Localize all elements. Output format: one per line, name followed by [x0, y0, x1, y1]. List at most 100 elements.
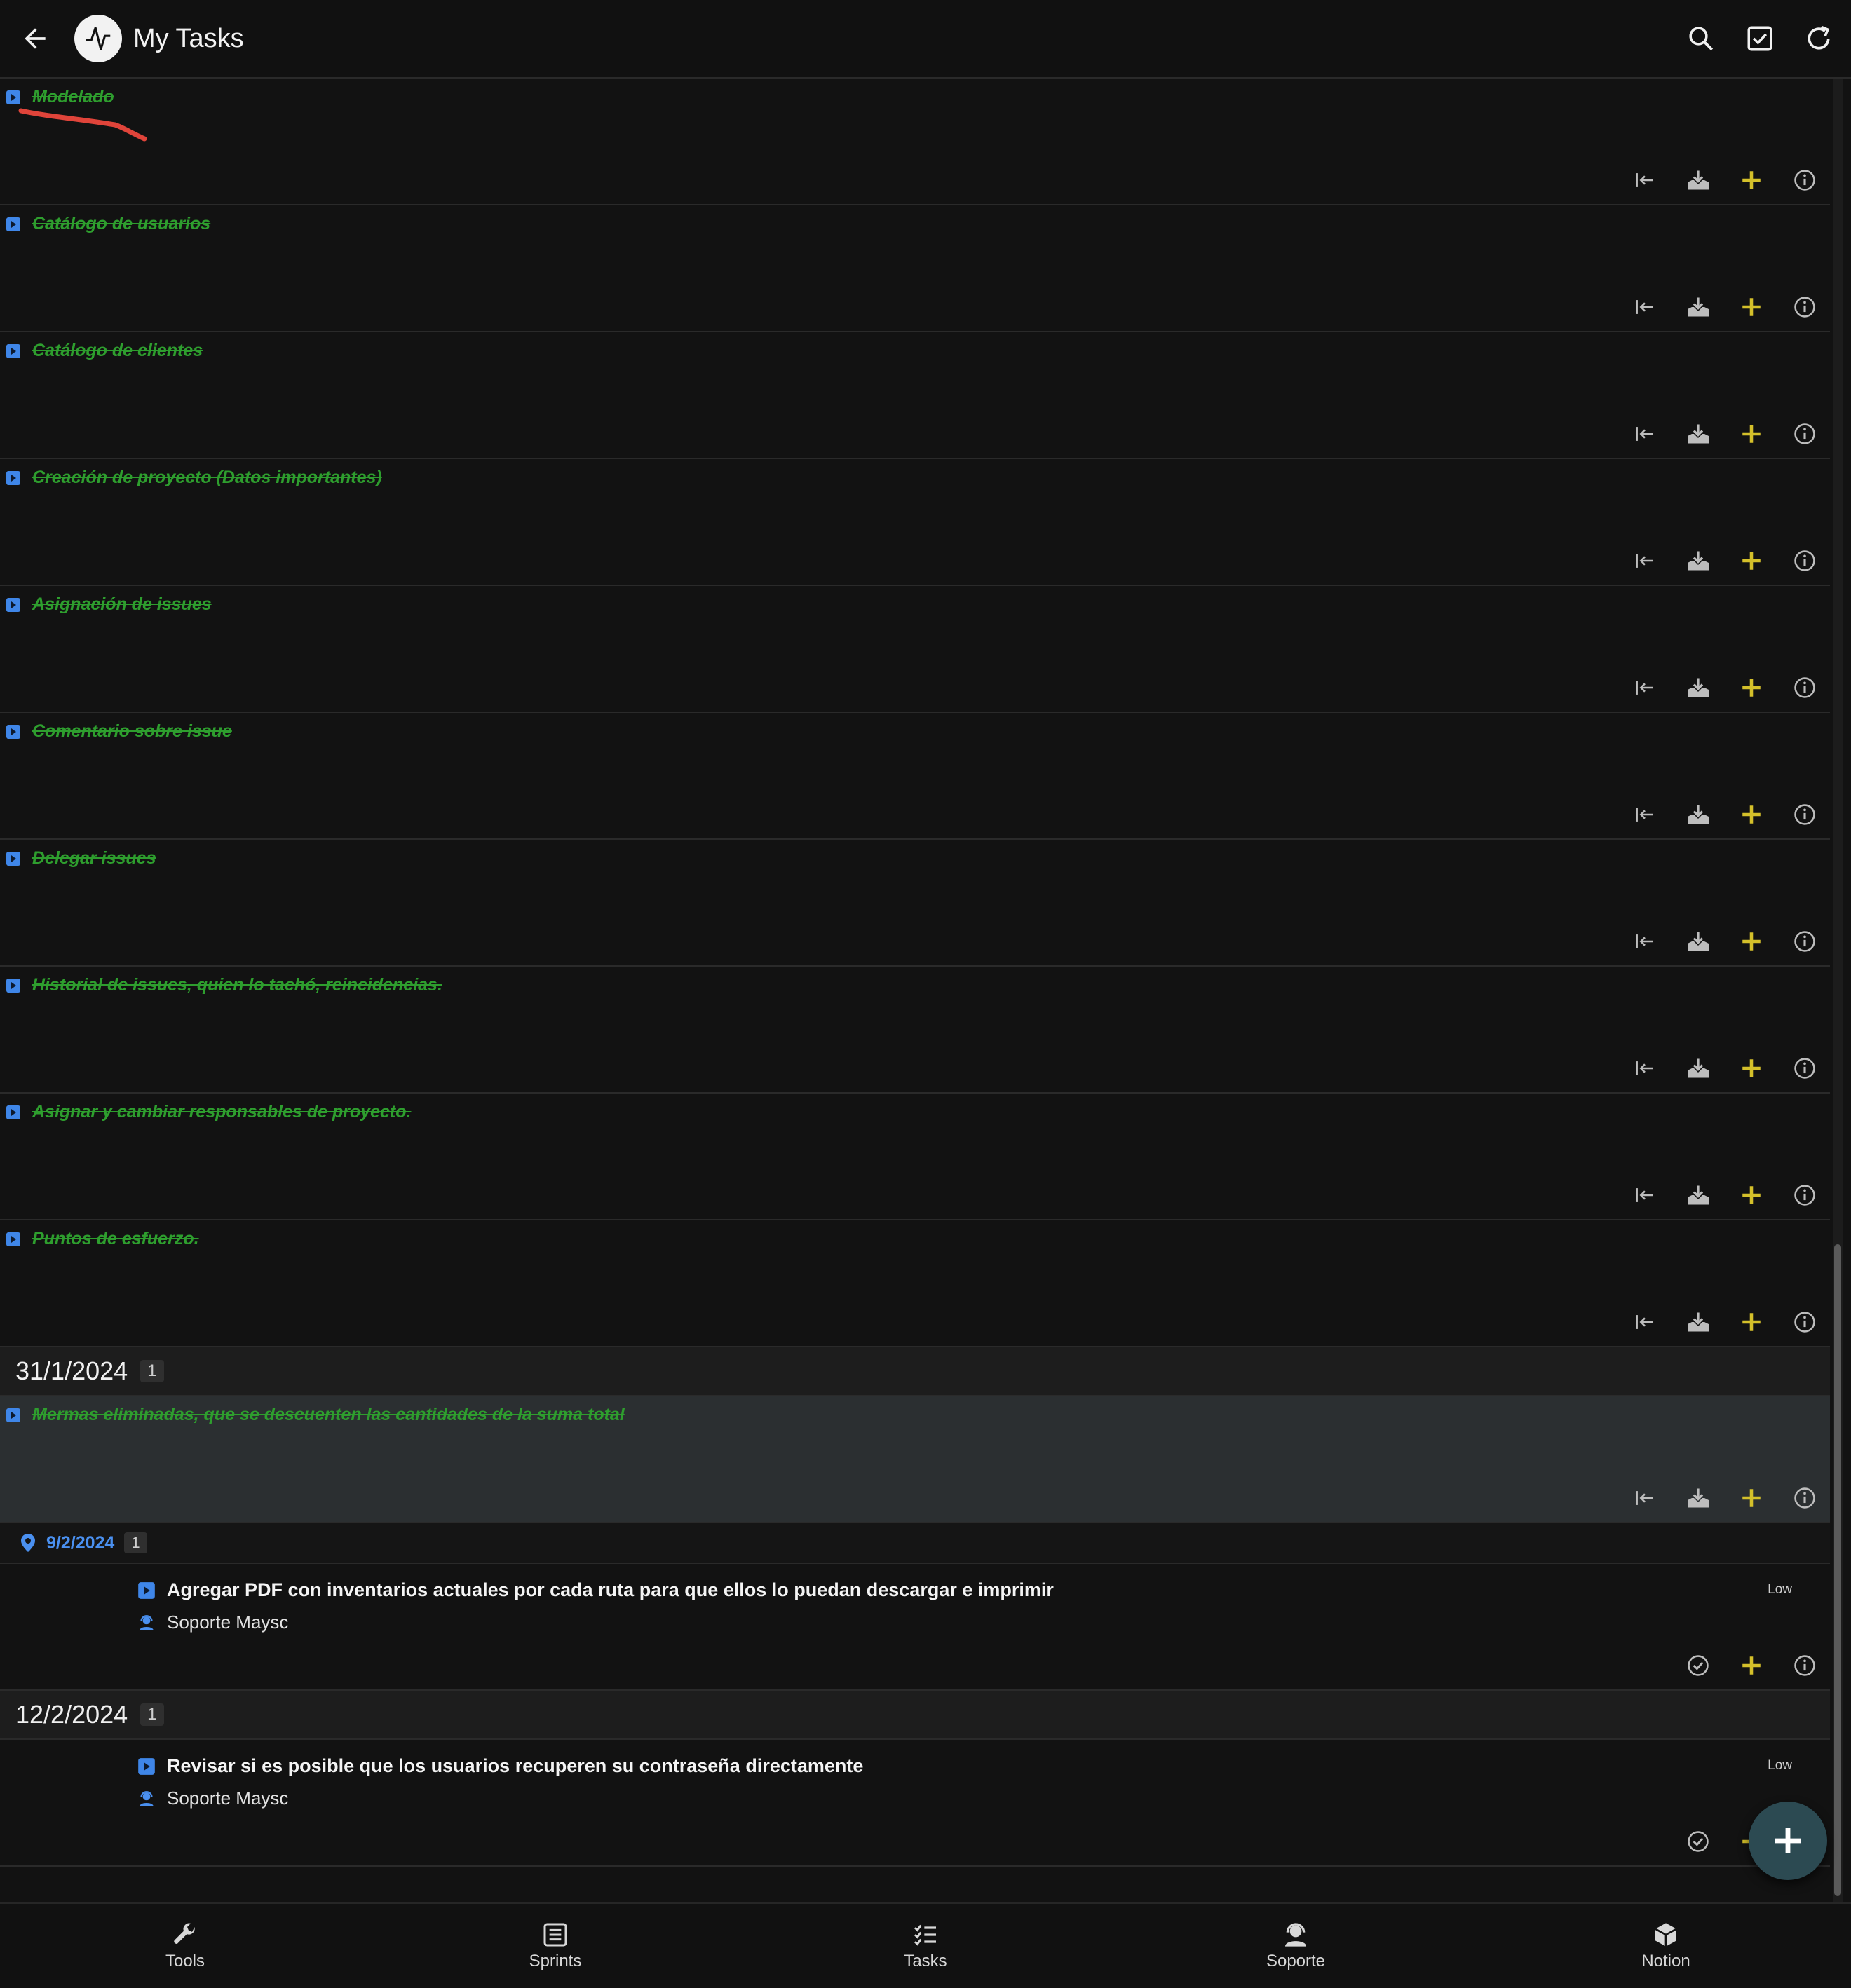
add-icon[interactable]: [1739, 1653, 1764, 1678]
check-circle-icon[interactable]: [1686, 1829, 1711, 1854]
play-square-icon: [6, 1105, 21, 1120]
download-tray-icon[interactable]: [1686, 1183, 1711, 1208]
play-square-icon: [6, 597, 21, 613]
info-icon[interactable]: [1792, 1183, 1817, 1208]
task-title[interactable]: Comentario sobre issue: [32, 721, 232, 742]
move-to-start-icon[interactable]: [1632, 168, 1657, 193]
nav-notion[interactable]: Notion: [1481, 1904, 1851, 1988]
download-tray-icon[interactable]: [1686, 1309, 1711, 1335]
info-icon[interactable]: [1792, 168, 1817, 193]
task-row[interactable]: Asignar y cambiar responsables de proyec…: [0, 1094, 1830, 1220]
nav-tools[interactable]: Tools: [0, 1904, 370, 1988]
play-square-icon: [137, 1757, 156, 1776]
task-row[interactable]: Catálogo de usuarios: [0, 205, 1830, 332]
task-row[interactable]: Modelado: [0, 79, 1830, 205]
download-tray-icon[interactable]: [1686, 929, 1711, 954]
task-title[interactable]: Catálogo de usuarios: [32, 214, 210, 234]
add-icon[interactable]: [1739, 1485, 1764, 1511]
priority-label: Low: [1768, 1582, 1792, 1597]
add-icon[interactable]: [1739, 548, 1764, 573]
download-tray-icon[interactable]: [1686, 294, 1711, 320]
info-icon[interactable]: [1792, 548, 1817, 573]
download-tray-icon[interactable]: [1686, 421, 1711, 447]
task-title[interactable]: Catálogo de clientes: [32, 341, 203, 361]
nav-label: Soporte: [1266, 1952, 1326, 1970]
task-row[interactable]: Catálogo de clientes: [0, 332, 1830, 459]
info-icon[interactable]: [1792, 1309, 1817, 1335]
back-arrow-icon[interactable]: [14, 18, 56, 60]
download-tray-icon[interactable]: [1686, 168, 1711, 193]
wrench-icon: [174, 1923, 195, 1944]
move-to-start-icon[interactable]: [1632, 421, 1657, 447]
issue-title[interactable]: Agregar PDF con inventarios actuales por…: [167, 1579, 1054, 1601]
move-to-start-icon[interactable]: [1632, 294, 1657, 320]
task-title[interactable]: Modelado: [32, 87, 114, 107]
info-icon[interactable]: [1792, 929, 1817, 954]
task-row[interactable]: Asignación de issues: [0, 586, 1830, 713]
play-square-icon: [6, 1232, 21, 1247]
task-row[interactable]: Historial de issues, quien lo tachó, rei…: [0, 967, 1830, 1094]
move-to-start-icon[interactable]: [1632, 1183, 1657, 1208]
task-row[interactable]: Creación de proyecto (Datos importantes): [0, 459, 1830, 586]
task-title[interactable]: Asignar y cambiar responsables de proyec…: [32, 1102, 411, 1122]
move-to-start-icon[interactable]: [1632, 675, 1657, 700]
download-tray-icon[interactable]: [1686, 802, 1711, 827]
scrollbar-thumb[interactable]: [1834, 1244, 1841, 1896]
count-badge: 1: [140, 1703, 164, 1726]
download-tray-icon[interactable]: [1686, 548, 1711, 573]
task-row[interactable]: Comentario sobre issue: [0, 713, 1830, 840]
add-icon[interactable]: [1739, 1183, 1764, 1208]
milestone-group-header: 9/2/2024 1: [0, 1523, 1830, 1564]
support-agent-icon: [137, 1614, 156, 1632]
add-icon[interactable]: [1739, 1056, 1764, 1081]
move-to-start-icon[interactable]: [1632, 1309, 1657, 1335]
add-icon[interactable]: [1739, 802, 1764, 827]
nav-label: Notion: [1641, 1952, 1690, 1970]
task-title[interactable]: Puntos de esfuerzo.: [32, 1229, 199, 1249]
add-icon[interactable]: [1739, 421, 1764, 447]
task-row[interactable]: Delegar issues: [0, 840, 1830, 967]
info-icon[interactable]: [1792, 1056, 1817, 1081]
nav-label: Tasks: [904, 1952, 947, 1970]
move-to-start-icon[interactable]: [1632, 929, 1657, 954]
info-icon[interactable]: [1792, 675, 1817, 700]
add-icon[interactable]: [1739, 929, 1764, 954]
download-tray-icon[interactable]: [1686, 1485, 1711, 1511]
checkbox-icon[interactable]: [1740, 19, 1779, 58]
info-icon[interactable]: [1792, 802, 1817, 827]
task-title[interactable]: Delegar issues: [32, 848, 156, 869]
task-title[interactable]: Asignación de issues: [32, 594, 212, 615]
issue-row[interactable]: Agregar PDF con inventarios actuales por…: [0, 1564, 1830, 1691]
add-task-fab[interactable]: [1749, 1802, 1827, 1880]
task-title[interactable]: Creación de proyecto (Datos importantes): [32, 468, 382, 488]
nav-tasks[interactable]: Tasks: [740, 1904, 1111, 1988]
issue-title[interactable]: Revisar si es posible que los usuarios r…: [167, 1755, 863, 1777]
refresh-icon[interactable]: [1799, 19, 1838, 58]
move-to-start-icon[interactable]: [1632, 1056, 1657, 1081]
nav-soporte[interactable]: Soporte: [1111, 1904, 1481, 1988]
task-row-selected[interactable]: Mermas eliminadas, que se descuenten las…: [0, 1396, 1830, 1523]
check-circle-icon[interactable]: [1686, 1653, 1711, 1678]
add-icon[interactable]: [1739, 1309, 1764, 1335]
move-to-start-icon[interactable]: [1632, 802, 1657, 827]
search-icon[interactable]: [1681, 19, 1721, 58]
issue-row[interactable]: Revisar si es posible que los usuarios r…: [0, 1740, 1830, 1867]
task-title[interactable]: Historial de issues, quien lo tachó, rei…: [32, 975, 442, 995]
add-icon[interactable]: [1739, 675, 1764, 700]
add-icon[interactable]: [1739, 294, 1764, 320]
add-icon[interactable]: [1739, 168, 1764, 193]
task-row[interactable]: Puntos de esfuerzo.: [0, 1220, 1830, 1347]
nav-sprints[interactable]: Sprints: [370, 1904, 740, 1988]
date-label: 12/2/2024: [15, 1700, 128, 1729]
info-icon[interactable]: [1792, 1653, 1817, 1678]
download-tray-icon[interactable]: [1686, 1056, 1711, 1081]
download-tray-icon[interactable]: [1686, 675, 1711, 700]
info-icon[interactable]: [1792, 421, 1817, 447]
bottom-navigation: Tools Sprints Tasks Soporte Notion: [0, 1902, 1851, 1988]
info-icon[interactable]: [1792, 294, 1817, 320]
nav-label: Sprints: [529, 1952, 582, 1970]
task-title[interactable]: Mermas eliminadas, que se descuenten las…: [32, 1405, 625, 1425]
move-to-start-icon[interactable]: [1632, 548, 1657, 573]
move-to-start-icon[interactable]: [1632, 1485, 1657, 1511]
info-icon[interactable]: [1792, 1485, 1817, 1511]
